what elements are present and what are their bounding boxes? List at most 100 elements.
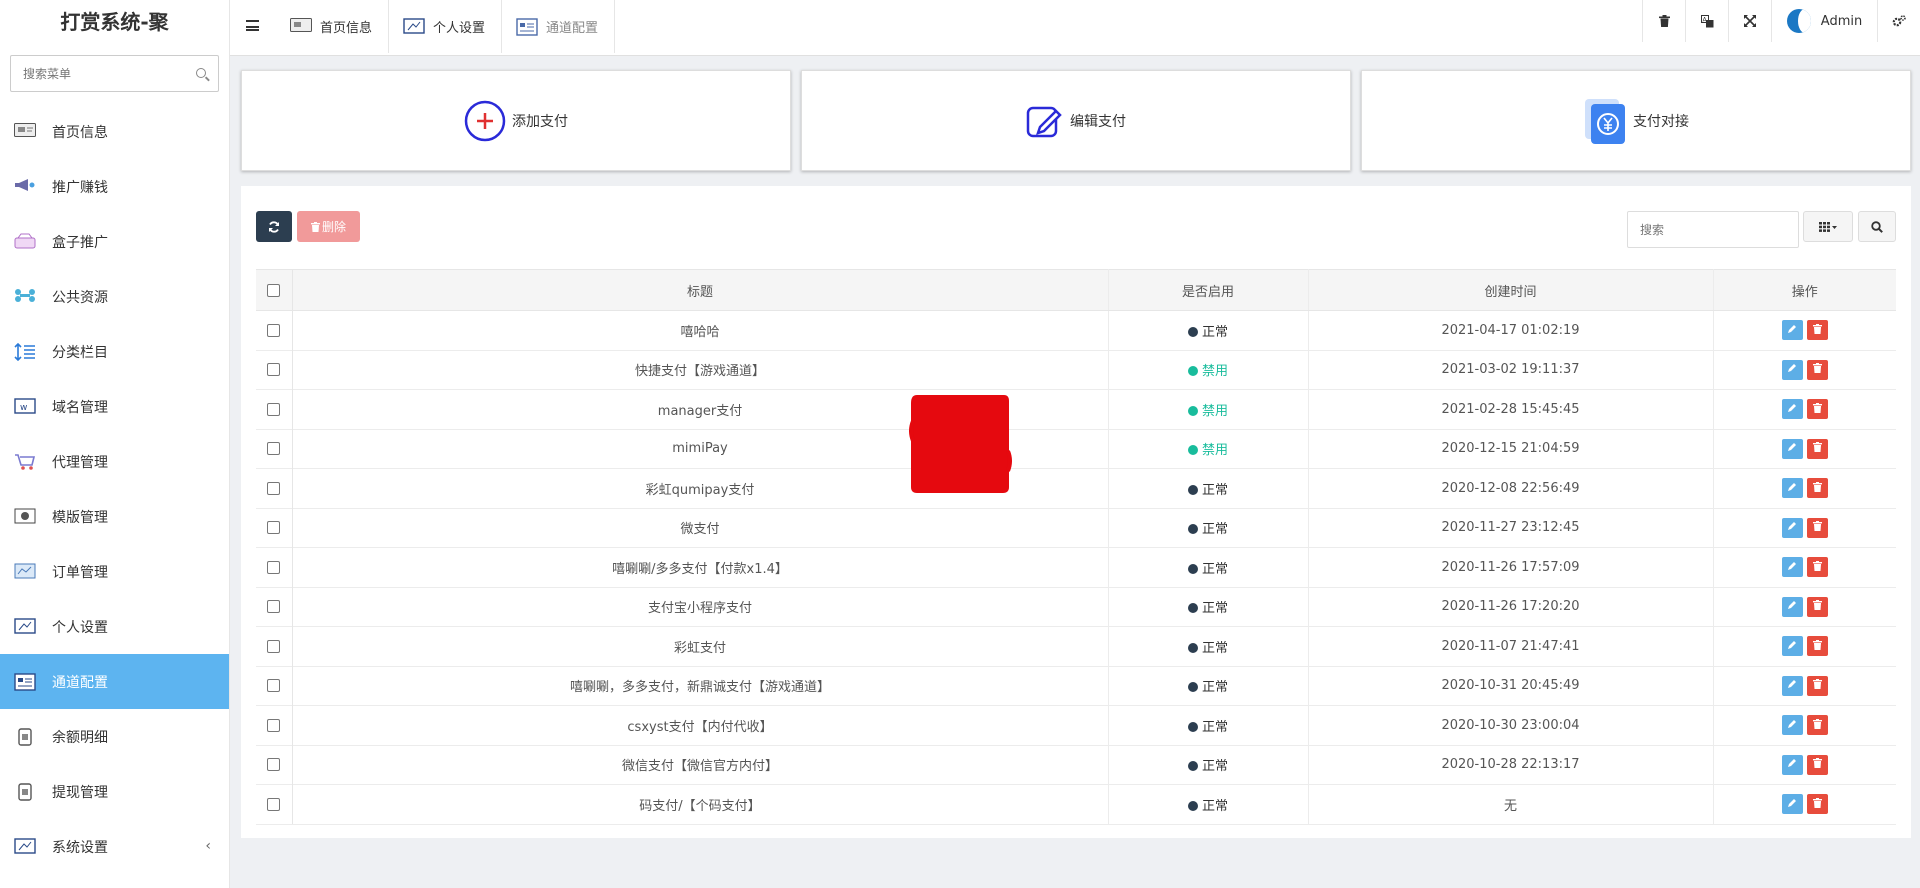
edit-row-button[interactable] — [1781, 478, 1803, 499]
status-badge[interactable]: 禁用 — [1108, 428, 1309, 469]
row-checkbox[interactable] — [267, 521, 281, 535]
edit-row-button[interactable] — [1781, 399, 1803, 420]
edit-row-button[interactable] — [1781, 557, 1803, 578]
columns-toggle-button[interactable] — [1803, 211, 1853, 242]
edit-row-button[interactable] — [1781, 715, 1803, 736]
status-badge[interactable]: 正常 — [1108, 705, 1309, 745]
sidebar-item-home[interactable]: 首页信息 — [0, 104, 229, 159]
status-badge[interactable]: 正常 — [1108, 626, 1309, 666]
delete-row-button[interactable] — [1806, 754, 1828, 775]
sidebar-item-wallet[interactable]: 余额明细 — [0, 709, 229, 764]
app-logo-title: 打赏系统-聚 — [60, 10, 169, 34]
fullscreen-button[interactable] — [1728, 0, 1771, 42]
row-select-cell — [256, 784, 293, 825]
tab-profile[interactable]: 个人设置 — [389, 0, 503, 53]
delete-row-button[interactable] — [1806, 636, 1828, 657]
edit-row-button[interactable] — [1781, 517, 1803, 538]
tab-home[interactable]: 首页信息 — [276, 0, 390, 53]
row-checkbox[interactable] — [267, 797, 281, 811]
row-checkbox[interactable] — [267, 363, 281, 377]
box-icon — [14, 233, 36, 251]
menu-toggle-icon[interactable] — [246, 20, 259, 31]
row-checkbox[interactable] — [267, 560, 281, 574]
header-title[interactable]: 标题 — [292, 269, 1109, 311]
status-badge[interactable]: 禁用 — [1108, 349, 1309, 390]
sidebar-item-megaphone[interactable]: 推广赚钱 — [0, 159, 229, 214]
delete-row-button[interactable] — [1806, 399, 1828, 420]
edit-payment-card[interactable]: 编辑支付 — [801, 70, 1351, 171]
add-payment-card[interactable]: 添加支付 — [241, 70, 791, 171]
sidebar-item-order[interactable]: 订单管理 — [0, 544, 229, 599]
edit-row-button[interactable] — [1781, 438, 1803, 459]
status-badge[interactable]: 正常 — [1108, 547, 1309, 587]
row-checkbox[interactable] — [267, 600, 281, 614]
sidebar-item-cart[interactable]: 代理管理 — [0, 434, 229, 489]
sidebar-item-withdraw[interactable]: 提现管理 — [0, 764, 229, 819]
trash-icon — [1812, 757, 1822, 772]
settings-button[interactable] — [1877, 0, 1920, 42]
row-checkbox[interactable] — [267, 718, 281, 732]
row-checkbox[interactable] — [267, 402, 281, 416]
clear-cache-button[interactable] — [1642, 0, 1685, 42]
status-badge[interactable]: 正常 — [1108, 310, 1309, 350]
sidebar-item-box[interactable]: 盒子推广 — [0, 214, 229, 269]
edit-row-button[interactable] — [1781, 320, 1803, 341]
edit-row-button[interactable] — [1781, 794, 1803, 815]
sidebar-item-list[interactable]: 分类栏目 — [0, 324, 229, 379]
row-checkbox[interactable] — [267, 679, 281, 693]
edit-row-button[interactable] — [1781, 636, 1803, 657]
table-search[interactable] — [1627, 211, 1799, 248]
language-button[interactable]: A — [1685, 0, 1728, 42]
refresh-button[interactable] — [256, 211, 292, 242]
delete-row-button[interactable] — [1806, 557, 1828, 578]
row-checkbox[interactable] — [267, 758, 281, 772]
table-search-input[interactable] — [1628, 212, 1798, 247]
row-checkbox[interactable] — [267, 481, 281, 495]
status-badge[interactable]: 禁用 — [1108, 389, 1309, 429]
row-checkbox[interactable] — [267, 323, 281, 337]
sidebar-item-template[interactable]: 模版管理 — [0, 489, 229, 544]
delete-row-button[interactable] — [1806, 517, 1828, 538]
delete-row-button[interactable] — [1806, 478, 1828, 499]
delete-row-button[interactable] — [1806, 794, 1828, 815]
sidebar-item-network[interactable]: 公共资源 — [0, 269, 229, 324]
search-icon[interactable] — [196, 68, 206, 78]
status-badge[interactable]: 正常 — [1108, 468, 1309, 508]
status-badge[interactable]: 正常 — [1108, 744, 1309, 785]
delete-button[interactable]: 删除 — [297, 211, 360, 242]
table-row: 嘻唰唰/多多支付【付款x1.4】 正常 2020-11-26 17:57:09 — [256, 547, 1896, 587]
status-dot-icon — [1187, 761, 1198, 772]
sidebar-item-user-settings[interactable]: 个人设置 — [0, 599, 229, 654]
delete-row-button[interactable] — [1806, 438, 1828, 459]
sidebar-search-input[interactable] — [11, 56, 218, 91]
admin-menu[interactable]: Admin — [1771, 0, 1877, 42]
row-checkbox[interactable] — [267, 639, 281, 653]
sidebar-search[interactable] — [10, 55, 219, 92]
header-status[interactable]: 是否启用 — [1108, 269, 1309, 311]
table-row: 彩虹支付 正常 2020-11-07 21:47:41 — [256, 626, 1896, 666]
sidebar-item-domain[interactable]: w 域名管理 — [0, 379, 229, 434]
status-badge[interactable]: 正常 — [1108, 507, 1309, 548]
sidebar-item-system[interactable]: 系统设置 ‹ — [0, 819, 229, 874]
delete-row-button[interactable] — [1806, 675, 1828, 696]
delete-row-button[interactable] — [1806, 320, 1828, 341]
edit-row-button[interactable] — [1781, 675, 1803, 696]
header-created-time[interactable]: 创建时间 — [1308, 269, 1714, 311]
edit-row-button[interactable] — [1781, 596, 1803, 617]
status-badge[interactable]: 正常 — [1108, 586, 1309, 627]
row-checkbox[interactable] — [267, 442, 281, 456]
sidebar-item-channel[interactable]: 通道配置 — [0, 654, 229, 709]
select-all-checkbox[interactable] — [267, 283, 281, 297]
delete-row-button[interactable] — [1806, 596, 1828, 617]
delete-row-button[interactable] — [1806, 715, 1828, 736]
row-title: 微信支付【微信官方内付】 — [292, 744, 1109, 785]
payment-integration-card[interactable]: 支付对接 — [1361, 70, 1911, 171]
edit-row-button[interactable] — [1781, 359, 1803, 380]
delete-row-button[interactable] — [1806, 359, 1828, 380]
status-badge[interactable]: 正常 — [1108, 784, 1309, 825]
tab-channel[interactable]: 通道配置 — [502, 0, 616, 53]
status-badge[interactable]: 正常 — [1108, 665, 1309, 706]
edit-row-button[interactable] — [1781, 754, 1803, 775]
search-button[interactable] — [1858, 211, 1896, 242]
table-header-row: 标题 是否启用 创建时间 操作 — [256, 269, 1896, 311]
